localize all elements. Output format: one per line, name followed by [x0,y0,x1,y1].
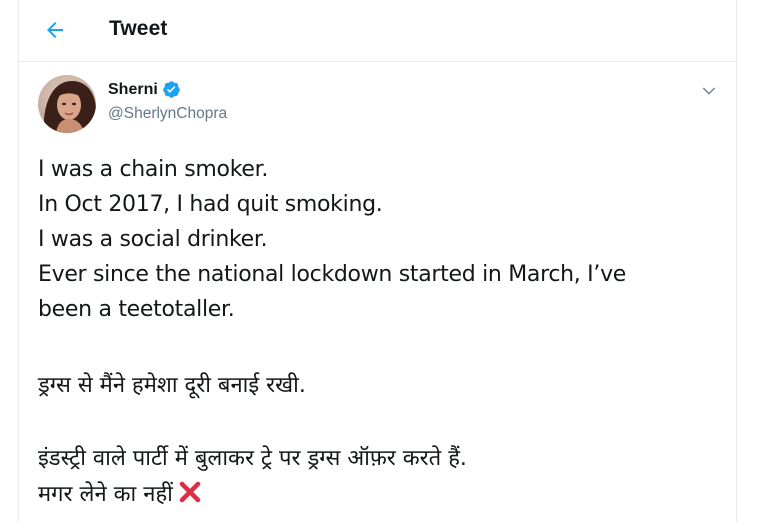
tweet-text-line: been a teetotaller. [38,297,235,322]
tweet-hindi-paragraph: इंडस्ट्री वाले पार्टी में बुलाकर ट्रे पर… [38,441,728,513]
tweet-text-line: In Oct 2017, I had quit smoking. [38,192,383,217]
avatar[interactable] [38,75,96,133]
tweet-text-line: I was a chain smoker. [38,157,269,182]
chevron-down-icon [703,87,715,95]
tweet-text-line: Ever since the national lockdown started… [38,262,627,287]
cross-mark-icon [177,479,203,505]
back-button[interactable] [36,11,74,49]
page-title: Tweet [109,17,168,40]
tweet-text-line: I was a social drinker. [38,227,268,252]
arrow-left-icon [47,22,63,38]
tweet-column: Tweet Sherni @SherlynChopra I was a chai… [18,0,737,522]
tweet-text-line: मगर लेने का नहीं [38,477,728,513]
tweet-text-line: इंडस्ट्री वाले पार्टी में बुलाकर ट्रे पर… [38,446,467,471]
tweet-menu-button[interactable] [698,80,720,102]
tweet-text: I was a chain smoker. In Oct 2017, I had… [38,152,718,327]
tweet-hindi-paragraph: ड्रग्स से मैंने हमेशा दूरी बनाई रखी. [38,373,306,398]
page-header: Tweet [19,0,736,62]
author-name-link[interactable]: Sherni [108,80,181,99]
tweet-text-fragment: मगर लेने का नहीं [38,482,173,507]
display-name: Sherni [108,80,158,98]
verified-badge-icon [162,80,181,99]
author-handle[interactable]: @SherlynChopra [108,105,227,123]
